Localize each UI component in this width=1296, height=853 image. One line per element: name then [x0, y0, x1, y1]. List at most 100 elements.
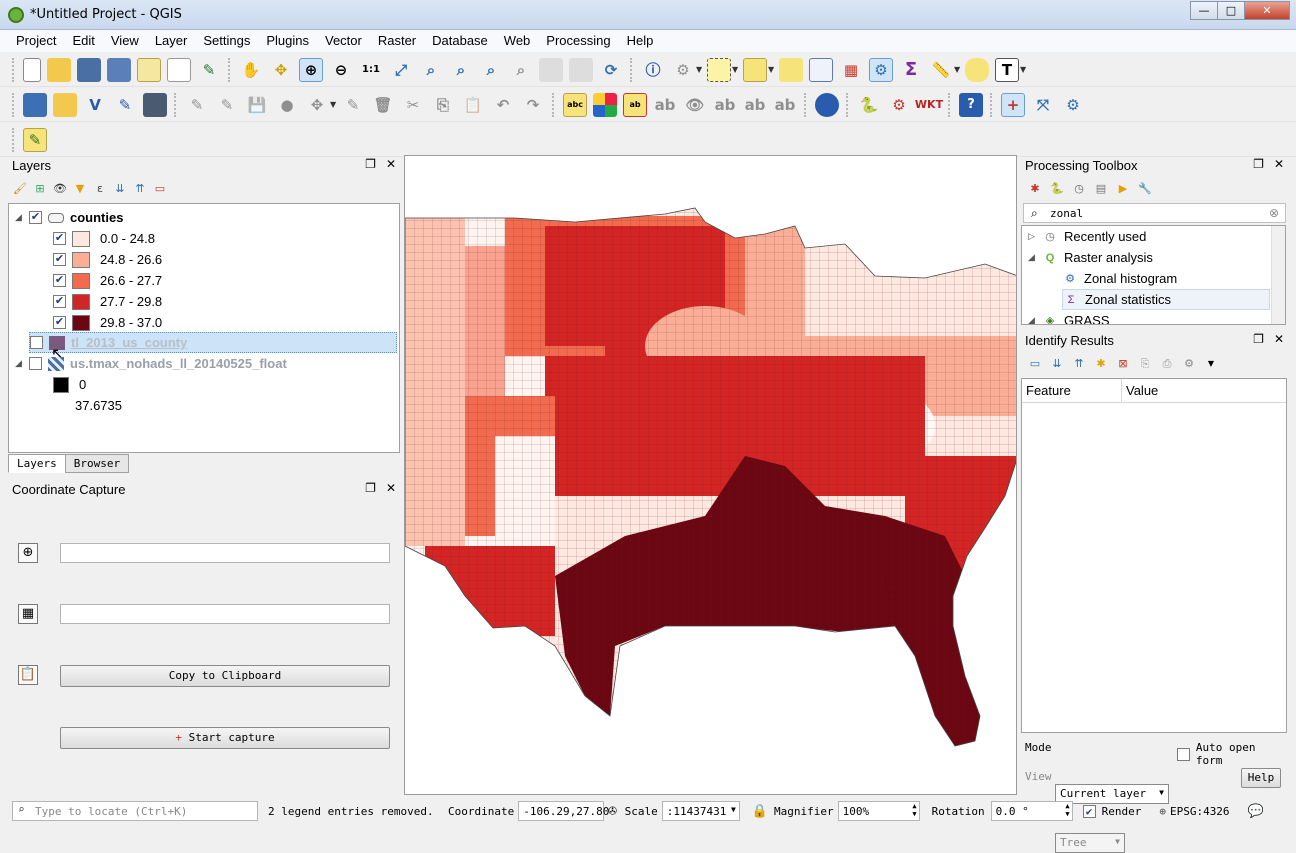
new-shapefile-icon[interactable]: V	[83, 93, 107, 117]
menu-view[interactable]: View	[103, 30, 147, 52]
coordinate-field-1[interactable]	[60, 543, 390, 563]
composer-manager-icon[interactable]	[167, 57, 191, 82]
toggle-editing-icon[interactable]: ✎	[215, 93, 239, 117]
add-layers-icon[interactable]	[23, 92, 47, 117]
locate-input[interactable]: ⌕ Type to locate (Ctrl+K)	[12, 801, 258, 821]
help-button[interactable]: Help	[1241, 768, 1281, 788]
crosshair-crs-icon[interactable]: ⊕	[18, 543, 38, 563]
chevron-down-icon[interactable]: ▼	[696, 65, 704, 74]
legend-class[interactable]: ✔ 24.8 - 26.6	[53, 249, 162, 270]
auto-open-form[interactable]: Auto open form	[1177, 741, 1288, 767]
toolbox-scrollbar[interactable]	[1271, 226, 1285, 324]
zoom-last-icon[interactable]: ⌕	[479, 58, 503, 82]
menu-vector[interactable]: Vector	[317, 30, 370, 52]
close-panel-icon[interactable]: ✕	[386, 481, 396, 495]
refresh-icon[interactable]: ⟳	[599, 58, 623, 82]
paint-styling-icon[interactable]: 🖌	[12, 181, 28, 197]
show-hide-labels-icon[interactable]: 👁	[683, 93, 707, 117]
style-manager-icon[interactable]: ✎	[197, 58, 221, 82]
manage-visibility-icon[interactable]: 👁	[52, 181, 68, 197]
map-tips-icon[interactable]	[965, 57, 989, 82]
change-label-icon[interactable]: ab	[773, 93, 797, 117]
chevron-down-icon[interactable]: ▼	[954, 65, 962, 74]
chevron-down-icon[interactable]: ▼	[330, 100, 338, 109]
column-feature[interactable]: Feature	[1022, 379, 1122, 402]
attribute-table-icon[interactable]	[809, 57, 833, 82]
georeferencer-icon[interactable]: ⤧	[1031, 93, 1055, 117]
toolbox-item-zonal-statistics[interactable]: Σ Zonal statistics	[1062, 289, 1270, 310]
toolbox-item-grass[interactable]: ◢ ◈ GRASS	[1028, 310, 1110, 324]
chevron-down-icon[interactable]: ▼	[1020, 65, 1028, 74]
models-icon[interactable]: ✱	[1027, 181, 1043, 197]
float-panel-icon[interactable]: ❐	[365, 481, 376, 495]
layer-raster[interactable]: ◢ us.tmax_nohads_ll_20140525_float	[15, 353, 287, 374]
options-icon[interactable]: 🔧	[1137, 181, 1153, 197]
legend-class[interactable]: ✔ 29.8 - 37.0	[53, 312, 162, 333]
scale-select[interactable]: :11437431 ▼	[661, 801, 740, 821]
zoom-next-icon[interactable]: ⌕	[509, 58, 533, 82]
expand-arrow-icon[interactable]: ▷	[1028, 231, 1038, 242]
coordinate-field[interactable]: -106.29,27.80	[518, 801, 609, 821]
processing-toolbox-icon[interactable]: ⚙	[869, 57, 893, 82]
undo-icon[interactable]: ↶	[491, 93, 515, 117]
statistical-summary-icon[interactable]: ▦	[839, 58, 863, 82]
paste-icon[interactable]: 📋	[461, 93, 485, 117]
menu-project[interactable]: Project	[8, 30, 64, 52]
settings-icon[interactable]: ⚙	[1181, 356, 1197, 372]
chevron-down-icon[interactable]: ▼	[768, 65, 776, 74]
delete-selected-icon[interactable]: 🗑	[371, 93, 395, 117]
save-as-icon[interactable]	[107, 57, 131, 82]
save-project-icon[interactable]	[77, 57, 101, 82]
legend-class[interactable]: ✔ 0.0 - 24.8	[53, 228, 155, 249]
show-bookmarks-icon[interactable]	[569, 57, 593, 82]
menu-edit[interactable]: Edit	[64, 30, 102, 52]
coordinate-field-2[interactable]	[60, 604, 390, 624]
print-icon[interactable]: ⎙	[1159, 356, 1175, 372]
new-bookmark-icon[interactable]	[539, 57, 563, 82]
form-view-icon[interactable]: ▭	[1027, 356, 1043, 372]
plugin-extra-icon[interactable]: ✎	[23, 127, 47, 152]
cut-icon[interactable]: ✂	[401, 93, 425, 117]
class-visibility-checkbox[interactable]: ✔	[53, 232, 66, 245]
node-tool-icon[interactable]: ✥	[305, 93, 329, 117]
close-button[interactable]: ✕	[1244, 1, 1290, 20]
collapse-all-icon[interactable]: ⇈	[1071, 356, 1087, 372]
lock-icon[interactable]: 🔒	[752, 804, 768, 819]
clear-search-icon[interactable]: ⊗	[1269, 206, 1279, 220]
menu-help[interactable]: Help	[619, 30, 662, 52]
clear-results-icon[interactable]: ⊠	[1115, 356, 1131, 372]
coordinate-capture-icon[interactable]: +	[1001, 92, 1025, 117]
remove-layer-icon[interactable]: ▭	[152, 181, 168, 197]
copy-to-clipboard-button[interactable]: Copy to Clipboard	[60, 665, 390, 687]
menu-layer[interactable]: Layer	[147, 30, 196, 52]
crs-globe-icon[interactable]: ⊕	[1159, 805, 1166, 818]
toolbox-item-zonal-histogram[interactable]: ⚙ Zonal histogram	[1062, 268, 1177, 289]
map-canvas[interactable]	[404, 155, 1017, 795]
add-feature-icon[interactable]: ●	[275, 93, 299, 117]
messages-icon[interactable]: 💬	[1248, 804, 1264, 819]
float-panel-icon[interactable]: ❐	[365, 157, 376, 171]
add-wms-icon[interactable]	[143, 92, 167, 117]
legend-class[interactable]: ✔ 26.6 - 27.7	[53, 270, 162, 291]
save-edits-icon[interactable]: 💾	[245, 93, 269, 117]
select-by-expression-icon[interactable]	[743, 57, 767, 82]
crs-label[interactable]: EPSG:4326	[1170, 805, 1230, 818]
measure-icon[interactable]: 📏	[929, 58, 953, 82]
text-annotation-icon[interactable]: T	[995, 57, 1019, 82]
help-icon[interactable]: ?	[959, 92, 983, 117]
add-raster-icon[interactable]	[53, 92, 77, 117]
maximize-button[interactable]: □	[1217, 1, 1245, 20]
python-console-icon[interactable]: 🐍	[857, 93, 881, 117]
digitize-icon[interactable]: ✎	[113, 93, 137, 117]
toolbox-search-input[interactable]: zonal	[1023, 203, 1286, 223]
legend-class[interactable]: ✔ 27.7 - 29.8	[53, 291, 162, 312]
class-visibility-checkbox[interactable]: ✔	[53, 253, 66, 266]
expand-arrow-icon[interactable]: ◢	[1028, 315, 1038, 324]
redo-icon[interactable]: ↷	[521, 93, 545, 117]
expand-all-icon[interactable]: ⇊	[112, 181, 128, 197]
new-print-composer-icon[interactable]	[137, 57, 161, 82]
filter-expression-icon[interactable]: ε	[92, 181, 108, 197]
copy-icon[interactable]: ⎘	[431, 93, 455, 117]
expand-new-icon[interactable]: ✱	[1093, 356, 1109, 372]
zoom-to-layer-icon[interactable]: ⌕	[449, 58, 473, 82]
